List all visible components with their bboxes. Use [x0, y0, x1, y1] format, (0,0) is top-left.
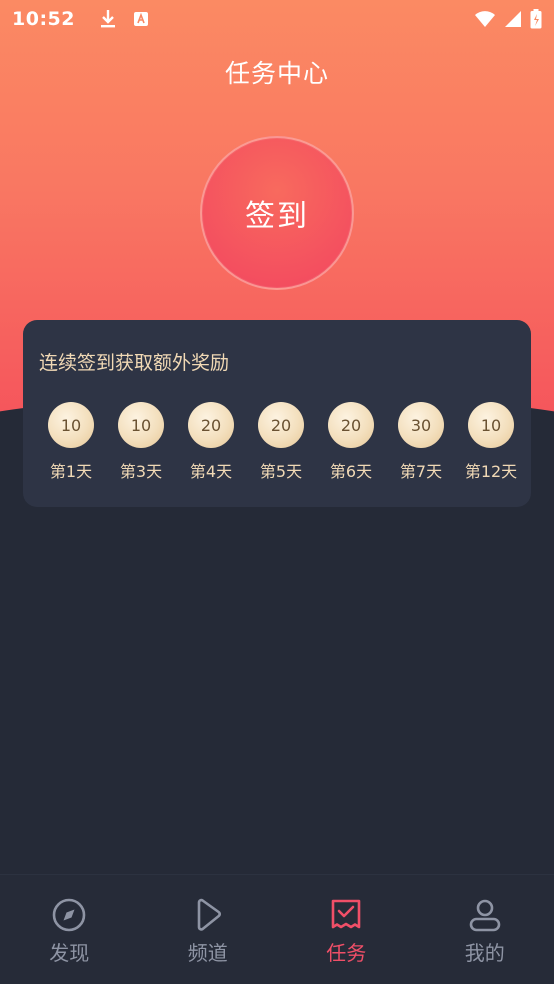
reward-coin: 10	[118, 402, 164, 448]
status-system-icons	[474, 9, 542, 29]
reward-day-label: 第1天	[49, 462, 93, 481]
reward-day-label: 第5天	[259, 462, 303, 481]
streak-reward-card: 连续签到获取额外奖励 10 第1天 10 第3天 20 第4天 20 第5天 2…	[23, 320, 531, 507]
battery-charging-icon	[530, 9, 542, 29]
reward-coin: 30	[398, 402, 444, 448]
user-icon	[467, 897, 503, 933]
status-bar: 10:52	[0, 0, 554, 38]
reward-day-label: 第7天	[399, 462, 443, 481]
nav-item-channel[interactable]: 频道	[139, 875, 278, 984]
page-title: 任务中心	[224, 59, 329, 88]
reward-coin: 20	[188, 402, 234, 448]
reward-card-title: 连续签到获取额外奖励	[39, 352, 230, 374]
reward-day-label: 第6天	[329, 462, 373, 481]
nav-item-discover[interactable]: 发现	[0, 875, 139, 984]
checkin-button[interactable]: 签到	[200, 136, 354, 290]
compass-icon	[51, 897, 87, 933]
task-check-icon	[328, 897, 364, 933]
reward-item: 10 第1天	[39, 402, 103, 482]
bottom-nav: 发现 频道 任务 我的	[0, 874, 554, 984]
reward-list: 10 第1天 10 第3天 20 第4天 20 第5天 20 第6天 30 第7…	[39, 402, 523, 482]
reward-coin: 20	[328, 402, 374, 448]
nav-label-mine: 我的	[464, 941, 505, 965]
nav-label-channel: 频道	[187, 941, 228, 965]
download-icon	[99, 9, 117, 29]
status-notification-icons	[99, 9, 149, 29]
reward-item: 10 第12天	[459, 402, 523, 482]
reward-coin: 10	[48, 402, 94, 448]
reward-item: 20 第6天	[319, 402, 383, 482]
task-center-screen: 10:52 任务中心 签到 连续签到获取额外奖励 10 第1天 10 第3天 2…	[0, 0, 554, 984]
nav-label-discover: 发现	[49, 941, 90, 965]
reward-coin: 20	[258, 402, 304, 448]
reward-day-label: 第12天	[464, 462, 518, 481]
nav-label-task: 任务	[326, 941, 367, 965]
play-icon	[190, 897, 226, 933]
nav-item-task[interactable]: 任务	[277, 875, 416, 984]
reward-item: 30 第7天	[389, 402, 453, 482]
reward-item: 20 第4天	[179, 402, 243, 482]
reward-coin: 10	[468, 402, 514, 448]
app-notification-icon	[133, 11, 149, 27]
reward-item: 10 第3天	[109, 402, 173, 482]
reward-item: 20 第5天	[249, 402, 313, 482]
signal-icon	[504, 10, 522, 28]
wifi-icon	[474, 10, 496, 28]
reward-day-label: 第3天	[119, 462, 163, 481]
reward-day-label: 第4天	[189, 462, 233, 481]
nav-item-mine[interactable]: 我的	[416, 875, 554, 984]
status-time: 10:52	[12, 8, 75, 30]
